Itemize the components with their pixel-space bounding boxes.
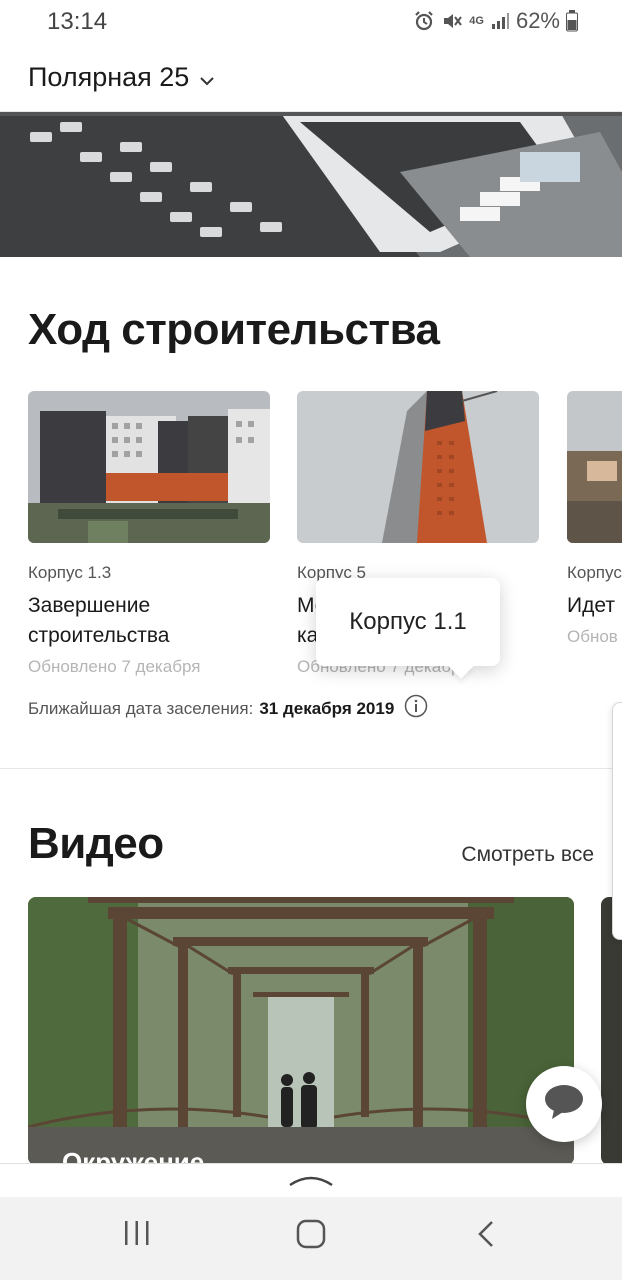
card-building-label: Корпус 1.3 [28, 563, 112, 582]
status-icons: 4G 62% [413, 8, 578, 34]
chat-button[interactable] [526, 1066, 602, 1142]
building-photo [28, 391, 270, 543]
settlement-label: Ближайшая дата заселения: [28, 698, 254, 718]
card-status-text: Идет [567, 594, 615, 617]
side-panel-handle[interactable] [612, 702, 622, 940]
status-bar: 13:14 4G 62% [0, 0, 622, 42]
progress-card[interactable]: Корпус 1.3 Завершение строительства Обно… [28, 391, 270, 677]
status-time: 13:14 [47, 8, 108, 35]
card-updated-text: Обновлено 7 декабря [28, 657, 201, 676]
mute-icon [441, 10, 463, 32]
alarm-icon [413, 10, 435, 32]
back-icon[interactable] [476, 1219, 496, 1254]
video-section-title: Видео [28, 819, 164, 868]
network-type-label: 4G [469, 14, 484, 27]
chevron-up-icon[interactable] [288, 1173, 334, 1197]
building-photo [297, 391, 539, 543]
settlement-info: Ближайшая дата заселения: 31 декабря 201… [28, 694, 428, 723]
building-photo [567, 391, 622, 543]
bottom-sheet[interactable] [0, 1163, 622, 1197]
system-nav-bar [0, 1197, 622, 1280]
recent-apps-icon[interactable] [124, 1219, 150, 1252]
section-divider [0, 768, 622, 769]
card-updated-text: Обнов [567, 627, 618, 646]
project-selector[interactable]: Полярная 25 [28, 62, 215, 93]
building-tooltip: Корпус 1.1 [316, 578, 500, 666]
chevron-down-icon [199, 62, 215, 93]
info-icon[interactable] [404, 694, 428, 723]
home-icon[interactable] [296, 1219, 326, 1254]
tooltip-text: Корпус 1.1 [349, 608, 467, 635]
app-header: Полярная 25 [0, 42, 622, 112]
card-status-text: Завершение строительства [28, 594, 170, 647]
battery-percent: 62% [515, 8, 560, 33]
see-all-link[interactable]: Смотреть все [461, 843, 594, 867]
project-name: Полярная 25 [28, 62, 190, 92]
video-card[interactable]: Окружение [28, 897, 574, 1165]
battery-icon [566, 10, 578, 32]
hero-aerial-image [0, 112, 622, 257]
construction-progress-title: Ход строительства [28, 305, 440, 354]
progress-card[interactable]: Корпус Идет Обнов [567, 391, 622, 647]
settlement-date: 31 декабря 2019 [259, 698, 395, 718]
card-building-label: Корпус [567, 563, 622, 582]
chat-bubble-icon [544, 1084, 584, 1125]
signal-icon [490, 11, 510, 31]
